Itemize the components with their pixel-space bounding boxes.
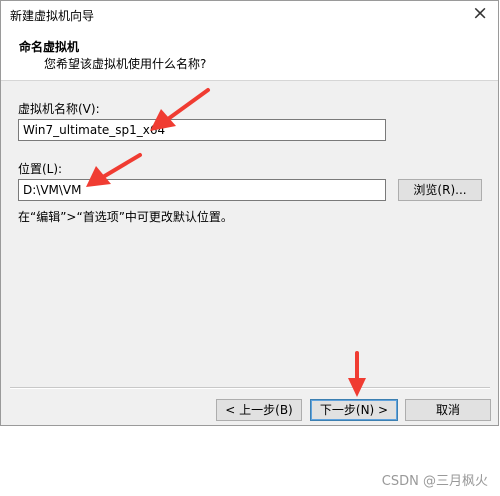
next-button[interactable]: 下一步(N) >: [310, 399, 398, 421]
watermark-text: CSDN @三月枫火: [381, 474, 488, 489]
default-location-hint: 在“编辑”>“首选项”中可更改默认位置。: [18, 210, 233, 224]
page-title: 命名虚拟机: [19, 40, 80, 54]
wizard-header: 命名虚拟机 您希望该虚拟机使用什么名称?: [1, 28, 498, 81]
page-subtitle: 您希望该虚拟机使用什么名称?: [44, 57, 207, 71]
footer-divider: [10, 387, 490, 389]
window-title: 新建虚拟机向导: [10, 9, 95, 23]
cancel-button[interactable]: 取消: [405, 399, 491, 421]
location-label: 位置(L):: [18, 162, 63, 176]
location-input[interactable]: D:\VM\VM: [18, 179, 386, 201]
close-icon[interactable]: ×: [472, 2, 488, 24]
browse-button[interactable]: 浏览(R)...: [398, 179, 482, 201]
vm-name-input[interactable]: Win7_ultimate_sp1_x64: [18, 119, 386, 141]
back-button[interactable]: < 上一步(B): [216, 399, 302, 421]
vm-name-label: 虚拟机名称(V):: [18, 102, 100, 116]
new-vm-wizard-dialog: 新建虚拟机向导 × 命名虚拟机 您希望该虚拟机使用什么名称? 虚拟机名称(V):…: [0, 0, 499, 426]
title-bar: 新建虚拟机向导 ×: [1, 1, 498, 28]
